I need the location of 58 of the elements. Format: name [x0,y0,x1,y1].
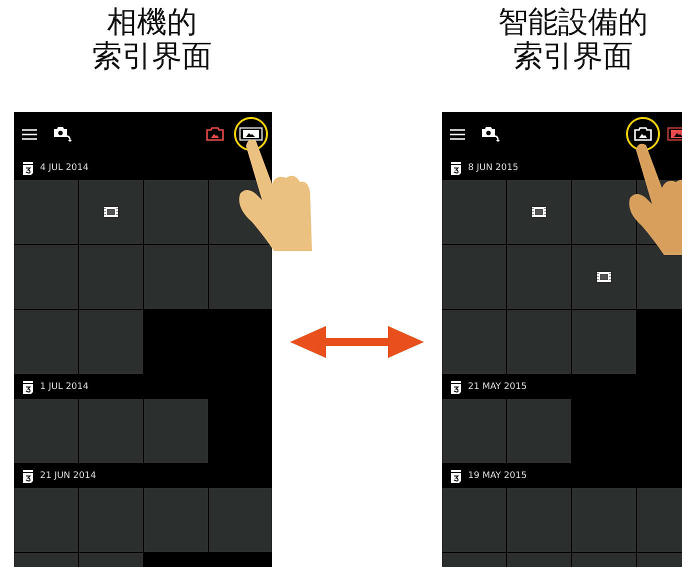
video-thumbnail[interactable] [572,245,636,309]
photo-thumbnail[interactable] [442,488,506,552]
photo-thumbnail[interactable] [507,310,571,374]
photo-thumbnail[interactable] [209,488,272,552]
menu-icon[interactable] [22,128,37,140]
film-icon [597,272,611,282]
photo-thumbnail[interactable] [572,180,636,244]
caption-text: 索引界面 [92,40,212,74]
calendar-icon [23,380,33,394]
calendar-icon [23,470,33,482]
photo-thumbnail[interactable] [144,180,208,244]
picture-icon [239,127,263,141]
photo-thumbnail[interactable] [79,488,143,552]
photo-thumbnail[interactable] [14,245,78,309]
photo-thumbnail[interactable] [637,488,682,552]
photo-thumbnail[interactable] [14,310,78,374]
photo-thumbnail[interactable] [442,180,506,244]
photo-thumbnail[interactable] [144,488,208,552]
photo-thumbnail[interactable] [507,399,571,463]
calendar-icon [451,162,461,174]
photo-thumbnail[interactable] [144,245,208,309]
photo-thumbnail[interactable] [144,399,208,463]
photo-thumbnail[interactable] [507,245,571,309]
date-label: 19 MAY 2015 [468,471,527,481]
caption-text: 相機的 [107,6,197,40]
photo-thumbnail[interactable] [507,488,571,552]
photo-thumbnail[interactable] [442,245,506,309]
date-label: 21 JUN 2014 [40,471,96,481]
date-label: 1 JUL 2014 [40,382,89,392]
date-label: 21 MAY 2015 [468,382,527,392]
photo-thumbnail[interactable] [637,245,682,309]
date-label: 4 JUL 2014 [40,163,89,173]
photo-thumbnail[interactable] [79,245,143,309]
photo-thumbnail[interactable] [14,399,78,463]
photo-thumbnail[interactable] [442,310,506,374]
calendar-icon [451,380,461,394]
menu-icon[interactable] [450,128,465,140]
video-thumbnail[interactable] [79,180,143,244]
photo-thumbnail[interactable] [14,180,78,244]
caption-text: 智能設備的 [498,6,648,40]
photo-thumbnail[interactable] [209,245,272,309]
calendar-icon [451,470,461,482]
photo-thumbnail[interactable] [442,399,506,463]
photo-thumbnail[interactable] [79,399,143,463]
video-thumbnail[interactable] [507,180,571,244]
camera-switch-icon[interactable] [54,126,72,142]
caption-text: 索引界面 [513,40,633,74]
camera-switch-icon[interactable] [482,126,500,142]
photo-thumbnail[interactable] [79,310,143,374]
photo-thumbnail[interactable] [14,488,78,552]
date-label: 8 JUN 2015 [468,163,518,173]
camera-icon [634,127,652,141]
calendar-icon [23,162,33,174]
film-icon [532,207,546,217]
photo-thumbnail[interactable] [572,310,636,374]
camera-icon [206,127,224,141]
photo-thumbnail[interactable] [572,488,636,552]
film-icon [104,207,118,217]
